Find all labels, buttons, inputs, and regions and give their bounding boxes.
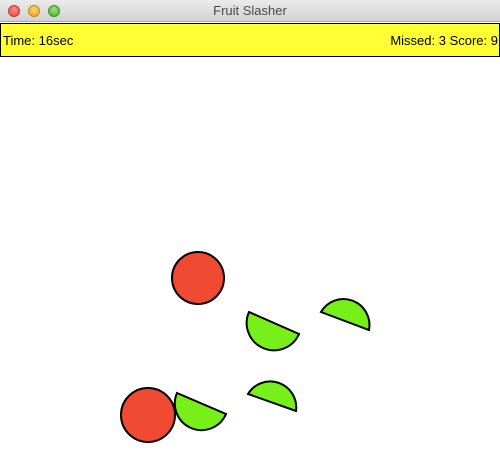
time-label: Time: 16sec	[3, 33, 74, 48]
fruit-whole-red[interactable]	[171, 251, 225, 305]
status-bar: Time: 16sec Missed: 3 Score: 9	[0, 23, 500, 57]
fruit-sliced-half-green[interactable]	[173, 391, 228, 432]
score-label: Score: 9	[449, 33, 498, 48]
fruit-canvas[interactable]	[0, 57, 500, 457]
missed-label: Missed: 3	[390, 33, 446, 48]
play-area[interactable]	[0, 57, 500, 457]
fruit-sliced-half-green[interactable]	[245, 310, 301, 352]
fruit-whole-red[interactable]	[120, 387, 176, 443]
fruit-sliced-sliver-green[interactable]	[319, 298, 371, 332]
window-title: Fruit Slasher	[213, 3, 287, 18]
title-bar: Fruit Slasher	[0, 0, 500, 22]
fruit-sliced-sliver-green[interactable]	[246, 380, 298, 413]
game-window: Fruit Slasher Time: 16sec Missed: 3 Scor…	[0, 0, 500, 457]
score-group: Missed: 3 Score: 9	[390, 33, 498, 48]
